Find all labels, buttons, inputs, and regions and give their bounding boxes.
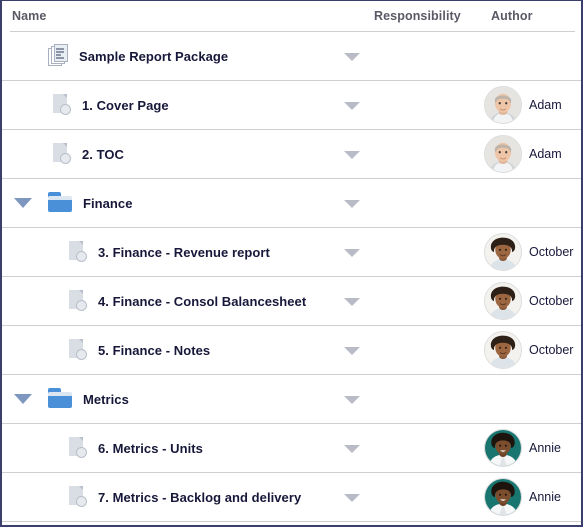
- avatar: [484, 135, 522, 173]
- document-icon: [68, 240, 89, 265]
- row-name-cell[interactable]: 1. Cover Page: [52, 81, 169, 129]
- author-name: October: [529, 245, 574, 259]
- row-name-cell[interactable]: 6. Metrics - Units: [68, 424, 203, 472]
- chevron-down-icon[interactable]: [344, 347, 360, 355]
- report-package-icon: [48, 43, 70, 69]
- column-header-name[interactable]: Name: [12, 9, 46, 23]
- report-package-tree-table: Name Responsibility Author Sample Report…: [0, 0, 583, 527]
- table-row[interactable]: 4. Finance - Consol Balancesheet October: [2, 277, 581, 326]
- table-row[interactable]: Metrics: [2, 375, 581, 424]
- row-name-cell[interactable]: 3. Finance - Revenue report: [68, 228, 270, 276]
- row-name-label: Sample Report Package: [79, 48, 229, 64]
- row-name-label: 7. Metrics - Backlog and delivery: [98, 489, 302, 505]
- expanded-triangle-icon[interactable]: [14, 394, 32, 404]
- chevron-down-icon[interactable]: [344, 102, 360, 110]
- table-row[interactable]: 6. Metrics - Units Annie: [2, 424, 581, 473]
- folder-icon: [48, 192, 74, 214]
- author-cell[interactable]: October: [484, 277, 573, 325]
- author-cell[interactable]: Adam: [484, 81, 562, 129]
- table-row[interactable]: 1. Cover Page Adam: [2, 81, 581, 130]
- folder-icon: [48, 388, 74, 410]
- table-body: Sample Report Package 1. Cover Page Adam 2.…: [2, 32, 581, 522]
- chevron-down-icon[interactable]: [344, 53, 360, 61]
- column-header-author[interactable]: Author: [491, 9, 533, 23]
- row-name-label: Finance: [83, 195, 133, 211]
- avatar: [484, 331, 522, 369]
- author-name: October: [529, 343, 574, 357]
- row-name-label: 5. Finance - Notes: [98, 342, 211, 358]
- chevron-down-icon[interactable]: [344, 396, 360, 404]
- avatar: [484, 282, 522, 320]
- table-row[interactable]: 3. Finance - Revenue report October: [2, 228, 581, 277]
- table-row[interactable]: 2. TOC Adam: [2, 130, 581, 179]
- chevron-down-icon[interactable]: [344, 200, 360, 208]
- row-name-cell[interactable]: Finance: [48, 179, 132, 227]
- author-cell[interactable]: Adam: [484, 130, 562, 178]
- author-name: Adam: [529, 147, 562, 161]
- document-icon: [68, 436, 89, 461]
- table-row[interactable]: 5. Finance - Notes October: [2, 326, 581, 375]
- chevron-down-icon[interactable]: [344, 494, 360, 502]
- chevron-down-icon[interactable]: [344, 298, 360, 306]
- row-name-cell[interactable]: 4. Finance - Consol Balancesheet: [68, 277, 306, 325]
- document-icon: [68, 338, 89, 363]
- avatar: [484, 233, 522, 271]
- document-icon: [68, 485, 89, 510]
- row-name-cell[interactable]: 7. Metrics - Backlog and delivery: [68, 473, 301, 521]
- chevron-down-icon[interactable]: [344, 151, 360, 159]
- row-name-label: 4. Finance - Consol Balancesheet: [98, 293, 307, 309]
- avatar: [484, 429, 522, 467]
- column-header-responsibility[interactable]: Responsibility: [374, 9, 461, 23]
- avatar: [484, 86, 522, 124]
- author-name: October: [529, 294, 574, 308]
- document-icon: [52, 93, 73, 118]
- table-row[interactable]: Sample Report Package: [2, 32, 581, 81]
- row-name-label: 1. Cover Page: [82, 97, 169, 113]
- table-row[interactable]: Finance: [2, 179, 581, 228]
- document-icon: [68, 289, 89, 314]
- chevron-down-icon[interactable]: [344, 445, 360, 453]
- row-name-cell[interactable]: 2. TOC: [52, 130, 124, 178]
- author-cell[interactable]: October: [484, 228, 573, 276]
- table-row[interactable]: 7. Metrics - Backlog and delivery Annie: [2, 473, 581, 522]
- author-cell[interactable]: Annie: [484, 424, 561, 472]
- row-name-cell[interactable]: 5. Finance - Notes: [68, 326, 210, 374]
- row-name-label: Metrics: [83, 391, 129, 407]
- expanded-triangle-icon[interactable]: [14, 198, 32, 208]
- author-name: Adam: [529, 98, 562, 112]
- chevron-down-icon[interactable]: [344, 249, 360, 257]
- author-cell[interactable]: October: [484, 326, 573, 374]
- row-name-label: 2. TOC: [82, 146, 124, 162]
- author-name: Annie: [529, 490, 561, 504]
- avatar: [484, 478, 522, 516]
- row-name-label: 6. Metrics - Units: [98, 440, 203, 456]
- author-cell[interactable]: Annie: [484, 473, 561, 521]
- row-name-cell[interactable]: Metrics: [48, 375, 129, 423]
- document-icon: [52, 142, 73, 167]
- row-name-label: 3. Finance - Revenue report: [98, 244, 270, 260]
- author-name: Annie: [529, 441, 561, 455]
- row-name-cell[interactable]: Sample Report Package: [48, 32, 228, 80]
- table-header: Name Responsibility Author: [2, 1, 581, 32]
